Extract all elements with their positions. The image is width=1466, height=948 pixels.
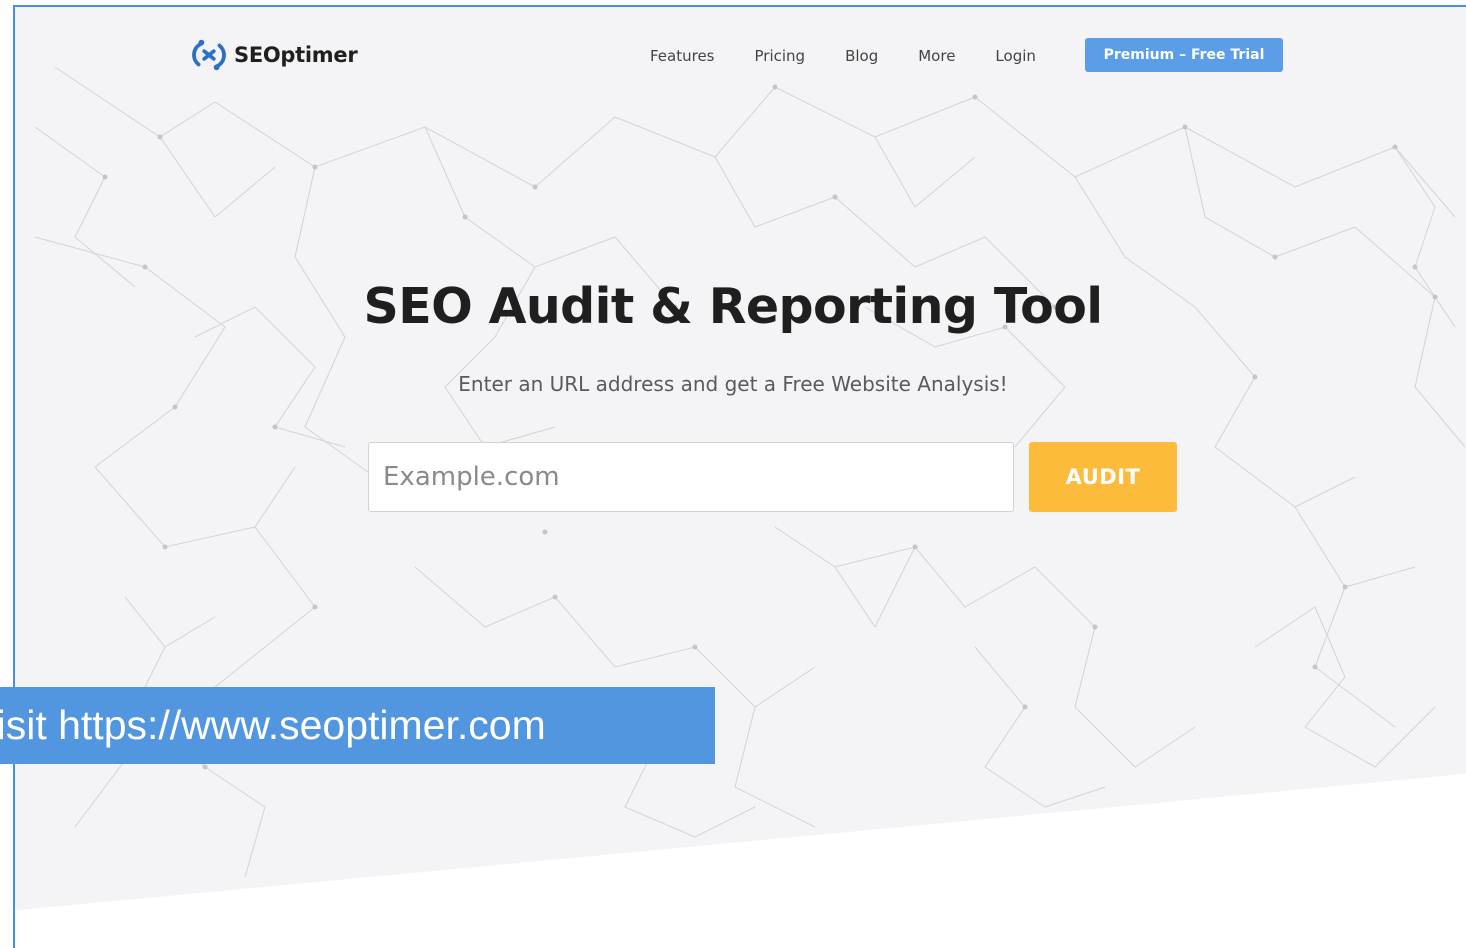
nav-item-pricing[interactable]: Pricing: [735, 38, 826, 74]
brand-name: SEOptimer: [234, 43, 358, 67]
url-input[interactable]: [368, 442, 1014, 512]
seoptimer-logo-icon: [192, 39, 226, 71]
nav-item-login[interactable]: Login: [975, 38, 1055, 74]
premium-free-trial-button[interactable]: Premium – Free Trial: [1085, 38, 1283, 72]
visit-url-text: Visit https://www.seoptimer.com: [0, 702, 546, 748]
screenshot-frame: SEOptimer Features Pricing Blog More Log…: [0, 0, 1466, 948]
frame-border-top: [13, 5, 1466, 7]
visit-url-banner: Visit https://www.seoptimer.com: [0, 687, 715, 764]
frame-border-left: [13, 5, 15, 948]
brand-logo[interactable]: SEOptimer: [190, 36, 358, 74]
audit-button[interactable]: AUDIT: [1029, 442, 1177, 512]
nav-item-more[interactable]: More: [898, 38, 975, 74]
page-subtitle: Enter an URL address and get a Free Webs…: [458, 372, 1008, 396]
page-title: SEO Audit & Reporting Tool: [363, 278, 1104, 335]
main-nav: Features Pricing Blog More Login: [630, 38, 1056, 74]
nav-item-blog[interactable]: Blog: [825, 38, 898, 74]
nav-item-features[interactable]: Features: [630, 38, 735, 74]
